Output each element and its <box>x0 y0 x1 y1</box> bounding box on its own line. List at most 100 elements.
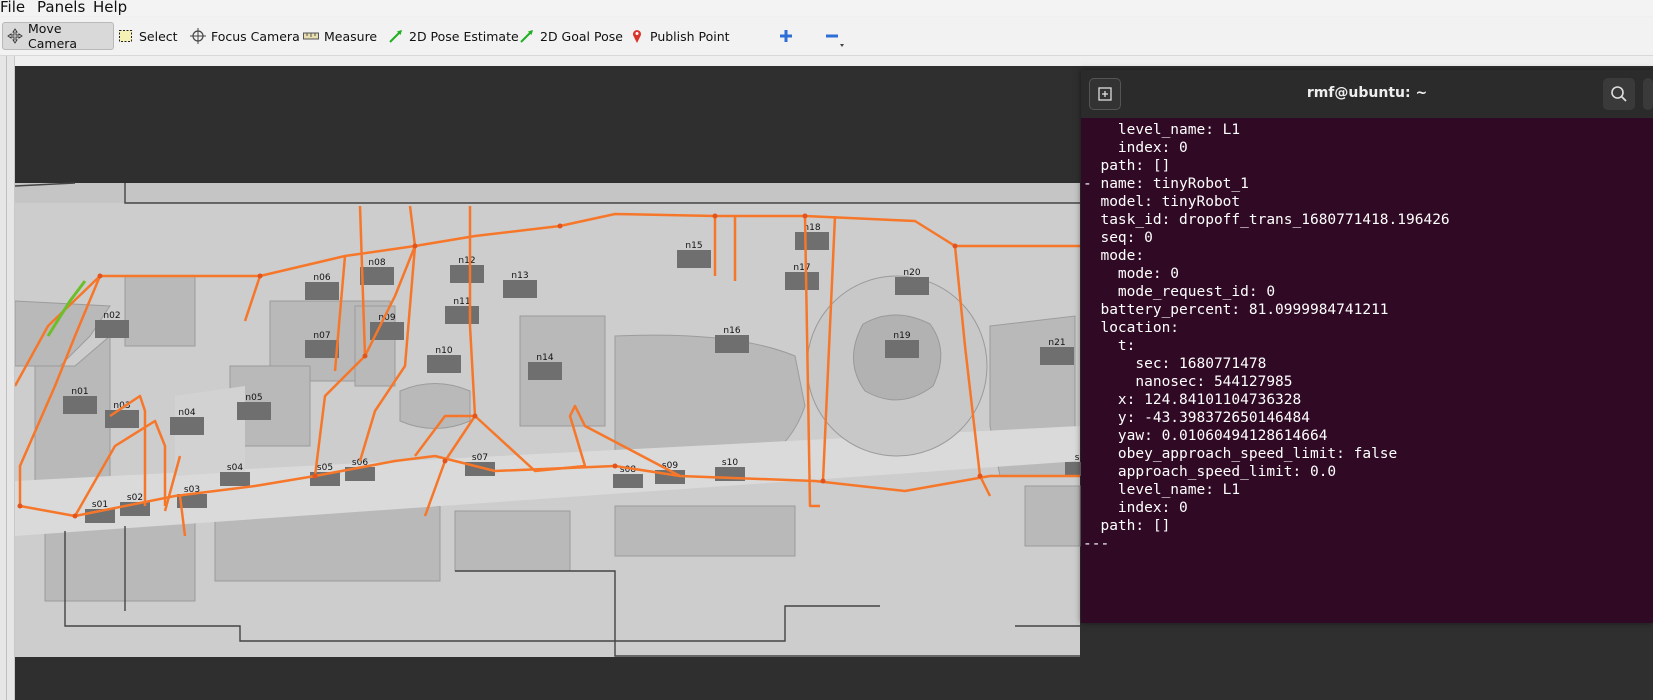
terminal-line: index: 0 <box>1083 500 1188 516</box>
store-label: n20 <box>903 268 920 278</box>
publish-point-label: Publish Point <box>650 28 730 44</box>
store-label: n11 <box>453 297 470 307</box>
store-label: n12 <box>458 256 475 266</box>
menu-panels[interactable]: Panels <box>37 0 85 16</box>
move-arrows-icon <box>7 28 23 44</box>
terminal-line: - name: tinyRobot_1 <box>1083 176 1249 192</box>
move-camera-button[interactable]: Move Camera <box>2 21 114 51</box>
plus-icon <box>778 28 794 44</box>
terminal-search-button[interactable] <box>1603 78 1635 110</box>
store-label: n19 <box>893 331 910 341</box>
terminal-line: approach_speed_limit: 0.0 <box>1083 464 1337 480</box>
select-button[interactable]: Select <box>118 25 178 47</box>
store-label: s07 <box>472 453 488 463</box>
terminal-line: y: -43.398372650146484 <box>1083 410 1310 426</box>
store-block <box>427 355 461 373</box>
select-label: Select <box>139 28 178 44</box>
add-tool-button[interactable] <box>778 25 794 47</box>
store-block <box>360 267 394 285</box>
panel-divider <box>6 56 7 700</box>
terminal-line: nanosec: 544127985 <box>1083 374 1293 390</box>
terminal-line: level_name: L1 <box>1083 122 1241 138</box>
store-label: s04 <box>227 463 243 473</box>
terminal-line: obey_approach_speed_limit: false <box>1083 446 1398 462</box>
move-camera-label: Move Camera <box>28 21 78 51</box>
minus-icon <box>824 28 844 47</box>
store-block <box>105 410 139 428</box>
terminal-line: level_name: L1 <box>1083 482 1241 498</box>
store-block <box>503 280 537 298</box>
remove-tool-button[interactable] <box>824 25 844 47</box>
store-block <box>1040 347 1074 365</box>
terminal-line: index: 0 <box>1083 140 1188 156</box>
store-block <box>445 306 479 324</box>
select-box-icon <box>118 28 134 44</box>
terminal-header: rmf@ubuntu: ~ <box>1081 70 1653 118</box>
map-pin-icon <box>629 28 645 44</box>
focus-camera-button[interactable]: Focus Camera <box>190 25 300 47</box>
store-block <box>613 474 643 488</box>
store-label: n08 <box>368 258 385 268</box>
store-block <box>305 340 339 358</box>
store-label: n14 <box>536 353 553 363</box>
terminal-line: mode_request_id: 0 <box>1083 284 1276 300</box>
store-block <box>220 472 250 486</box>
terminal-line: mode: <box>1083 248 1145 264</box>
terminal-menu-button[interactable] <box>1643 78 1653 110</box>
store-label: n04 <box>178 408 195 418</box>
store-block <box>895 277 929 295</box>
store-block <box>63 396 97 414</box>
terminal-line: mode: 0 <box>1083 266 1180 282</box>
terminal-line: seq: 0 <box>1083 230 1153 246</box>
left-panel-strip[interactable] <box>0 56 15 700</box>
terminal-line: battery_percent: 81.0999984741211 <box>1083 302 1389 318</box>
store-label: n15 <box>685 241 702 251</box>
terminal-line: path: [] <box>1083 158 1171 174</box>
terminal-line: yaw: 0.01060494128614664 <box>1083 428 1328 444</box>
terminal-line: --- <box>1083 536 1110 552</box>
crosshair-icon <box>190 28 206 44</box>
store-label: n10 <box>435 346 452 356</box>
map-top-band <box>15 183 1080 203</box>
terminal-line: task_id: dropoff_trans_1680771418.196426 <box>1083 212 1450 228</box>
store-label: s05 <box>317 463 333 473</box>
terminal-line: t: <box>1083 338 1136 354</box>
focus-camera-label: Focus Camera <box>211 28 300 44</box>
store-label: n16 <box>723 326 740 336</box>
store-label: s01 <box>92 500 108 510</box>
store-label: s10 <box>722 458 738 468</box>
store-block <box>237 402 271 420</box>
terminal-title: rmf@ubuntu: ~ <box>1306 85 1428 101</box>
store-block <box>170 417 204 435</box>
terminal-line: location: <box>1083 320 1180 336</box>
terminal-output[interactable]: level_name: L1 index: 0 path: [] - name: … <box>1083 121 1649 553</box>
store-block <box>528 362 562 380</box>
green-arrow-icon <box>519 28 535 44</box>
terminal-line: x: 124.84101104736328 <box>1083 392 1302 408</box>
publish-point-button[interactable]: Publish Point <box>629 25 730 47</box>
pose-estimate-button[interactable]: 2D Pose Estimate <box>388 25 519 47</box>
store-block <box>305 282 339 300</box>
store-label: n01 <box>71 387 88 397</box>
measure-label: Measure <box>324 28 378 44</box>
green-arrow-icon <box>388 28 404 44</box>
store-label: s02 <box>127 493 143 503</box>
menu-help[interactable]: Help <box>93 0 127 16</box>
measure-button[interactable]: Measure <box>303 25 377 47</box>
goal-pose-button[interactable]: 2D Goal Pose <box>519 25 623 47</box>
pose-estimate-label: 2D Pose Estimate <box>409 28 519 44</box>
search-icon <box>1611 86 1627 102</box>
store-block <box>450 265 484 283</box>
menu-file[interactable]: File <box>0 0 25 16</box>
ruler-icon <box>303 28 319 44</box>
menu-bar: File Panels Help <box>0 0 1653 16</box>
terminal-window[interactable]: rmf@ubuntu: ~ level_name: L1 index: 0 pa… <box>1081 70 1653 623</box>
store-block <box>795 232 829 250</box>
store-block <box>885 340 919 358</box>
store-label: n13 <box>511 271 528 281</box>
store-label: n05 <box>245 393 262 403</box>
store-label: n02 <box>103 311 120 321</box>
toolbar: Move Camera Select Focus Camera Measure … <box>0 17 1653 56</box>
terminal-line: sec: 1680771478 <box>1083 356 1267 372</box>
store-label: n06 <box>313 273 330 283</box>
